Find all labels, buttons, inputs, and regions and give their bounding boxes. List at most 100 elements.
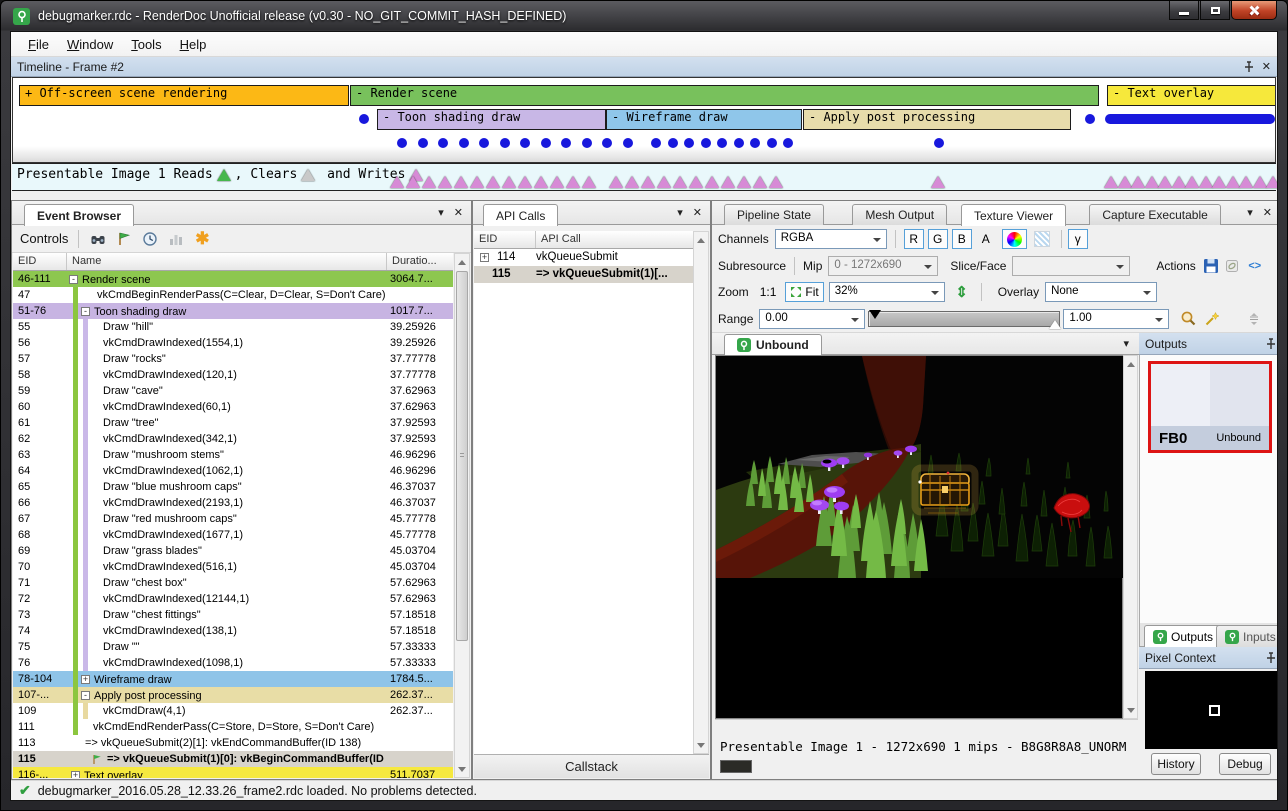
event-row[interactable]: 57Draw "rocks"37.77778 — [13, 351, 453, 367]
event-row[interactable]: 65Draw "blue mushroom caps"46.37037 — [13, 479, 453, 495]
channel-b-button[interactable]: B — [952, 229, 972, 249]
range-black-handle[interactable] — [869, 310, 881, 319]
write-marker-triangle[interactable] — [486, 176, 500, 188]
write-marker-triangle[interactable] — [1158, 176, 1172, 188]
write-marker-triangle[interactable] — [566, 176, 580, 188]
overlay-select[interactable]: None — [1045, 282, 1157, 302]
event-row[interactable]: 66vkCmdDrawIndexed(2193,1)46.37037 — [13, 495, 453, 511]
close-icon[interactable]: ✕ — [1263, 206, 1272, 219]
draw-event-dot[interactable] — [602, 138, 612, 148]
api-call-row[interactable]: 115=> vkQueueSubmit(1)[... — [474, 266, 693, 283]
event-row[interactable]: 46-111-Render scene3064.7... — [13, 271, 453, 287]
write-marker-triangle[interactable] — [737, 176, 751, 188]
scrollbar-thumb[interactable] — [456, 271, 468, 641]
draw-event-dot[interactable] — [500, 138, 510, 148]
write-marker-triangle[interactable] — [1185, 176, 1199, 188]
title-bar[interactable]: debugmarker.rdc - RenderDoc Unofficial r… — [1, 1, 1287, 31]
draw-event-dot[interactable] — [651, 138, 661, 148]
draw-event-dot[interactable] — [684, 138, 694, 148]
draw-event-dot[interactable] — [479, 138, 489, 148]
draw-event-dot[interactable] — [668, 138, 678, 148]
scroll-up-icon[interactable] — [455, 254, 469, 270]
event-row[interactable]: 59Draw "cave"37.62963 — [13, 383, 453, 399]
write-marker-triangle[interactable] — [518, 176, 532, 188]
event-row[interactable]: 76vkCmdDrawIndexed(1098,1)57.33333 — [13, 655, 453, 671]
draw-event-dot[interactable] — [582, 138, 592, 148]
event-row[interactable]: 47vkCmdBeginRenderPass(C=Clear, D=Clear,… — [13, 287, 453, 303]
event-row[interactable]: 73Draw "chest fittings"57.18518 — [13, 607, 453, 623]
draw-events-pill[interactable] — [1105, 114, 1275, 124]
write-marker-triangle[interactable] — [390, 176, 404, 188]
write-marker-triangle[interactable] — [1172, 176, 1186, 188]
tab-event-browser[interactable]: Event Browser — [24, 204, 134, 226]
write-marker-triangle[interactable] — [1104, 176, 1118, 188]
chevron-down-icon[interactable]: ▾ — [677, 206, 683, 219]
time-draws-icon[interactable] — [141, 230, 159, 248]
draw-event-dot[interactable] — [459, 138, 469, 148]
range-slider[interactable] — [868, 311, 1060, 327]
scroll-up-icon[interactable] — [694, 232, 708, 248]
tab-outputs[interactable]: Outputs — [1144, 625, 1222, 647]
write-marker-triangle[interactable] — [689, 176, 703, 188]
jump-to-bookmark-icon[interactable] — [115, 230, 133, 248]
pin-icon[interactable] — [1244, 61, 1254, 73]
api-calls-scrollbar[interactable] — [693, 231, 709, 754]
debug-button[interactable]: Debug — [1219, 753, 1271, 775]
draw-event-dot[interactable] — [750, 138, 760, 148]
write-marker-triangle[interactable] — [1118, 176, 1132, 188]
draw-event-dot[interactable] — [561, 138, 571, 148]
timeline-bar-toon-shading[interactable]: - Toon shading draw — [377, 109, 606, 130]
scroll-down-icon[interactable] — [694, 737, 708, 753]
event-row[interactable]: 113=> vkQueueSubmit(2)[1]: vkEndCommandB… — [13, 735, 453, 751]
write-marker-triangle[interactable] — [1253, 176, 1267, 188]
draw-event-dot[interactable] — [623, 138, 633, 148]
write-marker-triangle[interactable] — [438, 176, 452, 188]
tab-pipeline-state[interactable]: Pipeline State — [724, 204, 824, 225]
scroll-down-icon[interactable] — [1124, 702, 1137, 718]
draw-event-dot[interactable] — [359, 114, 369, 124]
event-row[interactable]: 51-76-Toon shading draw1017.7... — [13, 303, 453, 319]
channel-r-button[interactable]: R — [904, 229, 924, 249]
flip-y-icon[interactable]: ⇕ — [953, 283, 971, 301]
event-row[interactable]: 61Draw "tree"37.92593 — [13, 415, 453, 431]
api-call-row[interactable]: +114vkQueueSubmit — [474, 249, 693, 266]
tab-texture-viewer[interactable]: Texture Viewer — [961, 204, 1066, 226]
collapse-icon[interactable]: - — [81, 307, 90, 316]
column-eid[interactable]: EID — [13, 253, 67, 270]
event-row[interactable]: 67Draw "red mushroom caps"45.77778 — [13, 511, 453, 527]
event-row[interactable]: 70vkCmdDrawIndexed(516,1)45.03704 — [13, 559, 453, 575]
zoom-range-icon[interactable] — [1179, 310, 1197, 328]
write-marker-triangle[interactable] — [705, 176, 719, 188]
fit-button[interactable]: Fit — [785, 282, 823, 302]
gamma-button[interactable]: γ — [1068, 229, 1088, 249]
write-marker-triangle[interactable] — [1239, 176, 1253, 188]
write-marker-triangle[interactable] — [769, 176, 783, 188]
close-icon[interactable]: ✕ — [1262, 60, 1271, 73]
texture-vscrollbar[interactable] — [1123, 355, 1138, 719]
menu-window[interactable]: Window — [58, 34, 122, 55]
event-row[interactable]: 68vkCmdDrawIndexed(1677,1)45.77778 — [13, 527, 453, 543]
timeline-bar-offscreen[interactable]: + Off-screen scene rendering — [19, 85, 349, 106]
api-events-icon[interactable]: ✱ — [193, 230, 211, 248]
write-marker-triangle[interactable] — [641, 176, 655, 188]
event-row[interactable]: 111vkCmdEndRenderPass(C=Store, D=Store, … — [13, 719, 453, 735]
event-row[interactable]: 58vkCmdDrawIndexed(120,1)37.77778 — [13, 367, 453, 383]
write-marker-triangle[interactable] — [753, 176, 767, 188]
timeline-header[interactable]: Timeline - Frame #2 ✕ — [11, 57, 1277, 77]
fb0-thumbnail[interactable]: FB0 Unbound — [1148, 361, 1272, 453]
find-event-icon[interactable] — [89, 230, 107, 248]
write-marker-triangle[interactable] — [534, 176, 548, 188]
write-marker-triangle[interactable] — [931, 176, 945, 188]
timeline-bar-render-scene[interactable]: - Render scene — [350, 85, 1099, 106]
draw-event-dot[interactable] — [717, 138, 727, 148]
menu-help[interactable]: Help — [171, 34, 216, 55]
tab-capture-executable[interactable]: Capture Executable — [1089, 204, 1220, 225]
write-marker-triangle[interactable] — [582, 176, 596, 188]
channel-a-button[interactable]: A — [976, 229, 996, 249]
draw-event-dot[interactable] — [783, 138, 793, 148]
write-marker-triangle[interactable] — [1212, 176, 1226, 188]
draw-event-dot[interactable] — [934, 138, 944, 148]
event-row[interactable]: 69Draw "grass blades"45.03704 — [13, 543, 453, 559]
event-row[interactable]: 109vkCmdDraw(4,1)262.37... — [13, 703, 453, 719]
tab-mesh-output[interactable]: Mesh Output — [852, 204, 947, 225]
